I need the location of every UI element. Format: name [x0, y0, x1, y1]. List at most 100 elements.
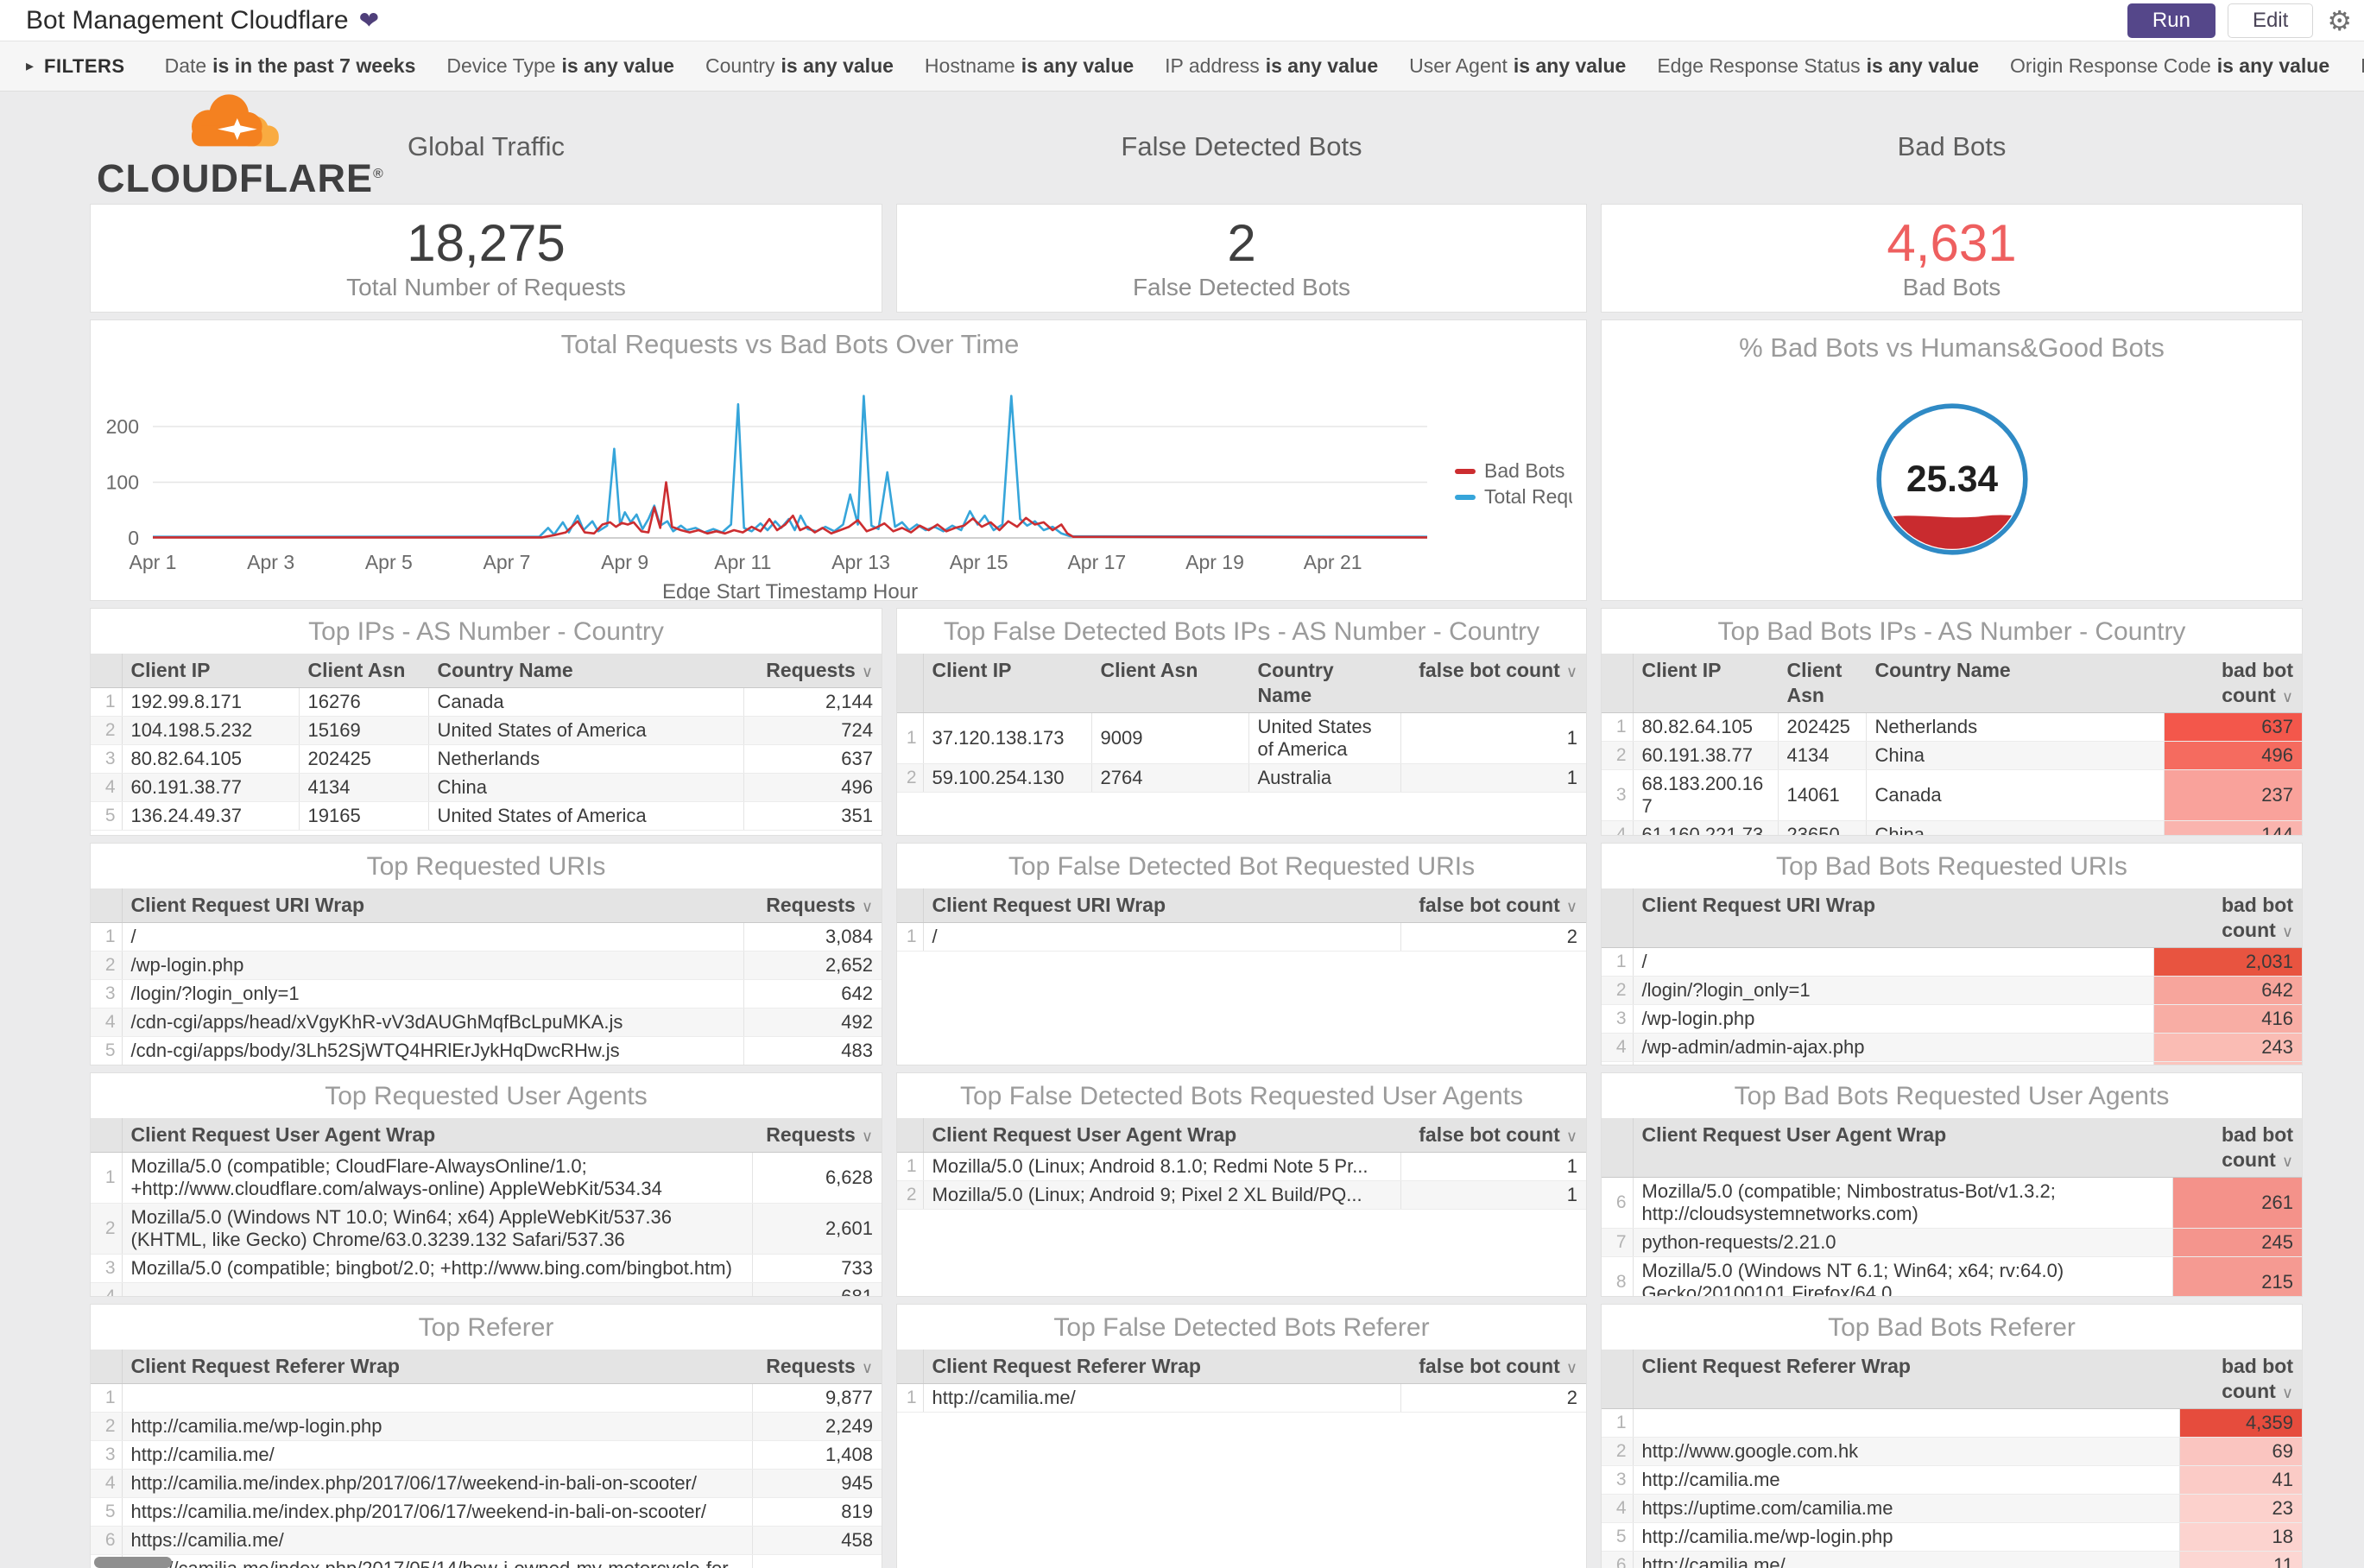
filter-item[interactable]: IP address is any value — [1165, 54, 1378, 77]
filter-item[interactable]: Request URIis any value — [2361, 54, 2364, 77]
row-number-header — [1602, 888, 1634, 948]
column-header[interactable]: Requests ∨ — [751, 1350, 882, 1384]
column-header[interactable]: Client Asn — [298, 654, 428, 688]
column-header[interactable]: false bot count ∨ — [1400, 1350, 1586, 1384]
legend-item[interactable]: Total Requests — [1455, 485, 1586, 508]
run-button[interactable]: Run — [2127, 3, 2215, 38]
column-header[interactable]: false bot count ∨ — [1400, 1118, 1586, 1153]
filter-item[interactable]: User Agent is any value — [1409, 54, 1626, 77]
column-header[interactable]: Client Request Referer Wrap — [922, 1350, 1400, 1384]
horizontal-scrollbar-thumb[interactable] — [94, 1557, 172, 1568]
data-table: Client Request URI Wrap Requests ∨ 1/3,084 2… — [91, 888, 882, 1065]
cell: 18 — [2178, 1522, 2302, 1552]
svg-text:Apr 3: Apr 3 — [247, 551, 294, 573]
table-row: 6 https://camilia.me/458 — [91, 1526, 882, 1555]
cell: Mozilla/5.0 (compatible; Nimbostratus-Bo… — [1632, 1177, 2172, 1229]
filters-expand-icon[interactable]: ▸ — [26, 57, 34, 75]
sort-desc-icon[interactable]: ∨ — [1566, 898, 1577, 915]
column-header[interactable]: Country Name — [1865, 654, 2164, 713]
column-header[interactable]: Country Name — [1248, 654, 1400, 713]
column-header[interactable]: Client Request Referer Wrap — [1632, 1350, 2179, 1409]
cell: China — [1865, 820, 2164, 835]
filter-item[interactable]: Device Type is any value — [446, 54, 674, 77]
cell: /wp-login.php — [121, 951, 743, 980]
column-header[interactable]: Client Request User Agent Wrap — [121, 1118, 752, 1153]
sort-desc-icon[interactable]: ∨ — [862, 663, 873, 680]
row-number: 1 — [897, 922, 924, 952]
filter-item[interactable]: Hostname is any value — [925, 54, 1134, 77]
column-header[interactable]: Requests ∨ — [743, 654, 882, 688]
cell: 642 — [2152, 976, 2302, 1005]
kpi-value: 18,275 — [407, 213, 566, 272]
svg-text:Edge Start Timestamp Hour: Edge Start Timestamp Hour — [662, 580, 918, 600]
cell: 2,652 — [743, 951, 882, 980]
row-number: 1 — [1602, 712, 1634, 742]
filter-item[interactable]: Edge Response Status is any value — [1657, 54, 1979, 77]
tables-row-referers: Top Referer Client Request Referer Wrap R… — [90, 1304, 2364, 1568]
column-header[interactable]: bad bot count ∨ — [2152, 888, 2302, 948]
sort-desc-icon[interactable]: ∨ — [1566, 1128, 1577, 1145]
table-row: 2 http://www.google.com.hk 69 — [1602, 1437, 2302, 1466]
table-title: Top Requested URIs — [366, 852, 606, 881]
page-title: Bot Management Cloudflare ❤ — [26, 6, 379, 35]
legend-item[interactable]: Bad Bots — [1455, 459, 1564, 482]
table-row: 2 http://camilia.me/wp-login.php 2,249 — [91, 1412, 882, 1441]
cell — [1632, 1408, 2179, 1438]
column-header[interactable]: false bot count ∨ — [1400, 654, 1586, 713]
column-header[interactable]: Client IP — [121, 654, 299, 688]
column-header[interactable]: Requests ∨ — [751, 1118, 882, 1153]
column-header[interactable]: Client Request URI Wrap — [922, 888, 1400, 923]
column-header[interactable]: Client Asn — [1090, 654, 1248, 713]
column-header[interactable]: Client IP — [922, 654, 1091, 713]
gauge-title: % Bad Bots vs Humans&Good Bots — [1739, 332, 2165, 363]
sort-desc-icon[interactable]: ∨ — [2282, 688, 2293, 705]
sort-desc-icon[interactable]: ∨ — [862, 1359, 873, 1376]
column-header[interactable]: Client Asn — [1777, 654, 1866, 713]
row-number: 4 — [1602, 1494, 1634, 1523]
svg-text:25.34: 25.34 — [1906, 458, 1998, 499]
column-header[interactable]: bad bot count ∨ — [2178, 1350, 2302, 1409]
table-row: 2 60.191.38.77 4134 China 496 — [1602, 741, 2302, 770]
column-header[interactable]: Client Request URI Wrap — [121, 888, 743, 923]
sort-desc-icon[interactable]: ∨ — [2282, 1153, 2293, 1170]
row-number: 5 — [1602, 1061, 1634, 1065]
kpi-total-requests: 18,275 Total Number of Requests — [90, 204, 882, 313]
cell: 496 — [743, 773, 882, 802]
row-number: 2 — [91, 951, 123, 980]
chart-row: Total Requests vs Bad Bots Over Time 0 100… — [90, 319, 2364, 601]
filter-item[interactable]: Country is any value — [705, 54, 894, 77]
filter-item[interactable]: Origin Response Code is any value — [2010, 54, 2329, 77]
cell: 245 — [2171, 1228, 2302, 1257]
cell: Mozilla/5.0 (Linux; Android 8.1.0; Redmi… — [922, 1152, 1400, 1181]
column-header[interactable]: Client Request Referer Wrap — [121, 1350, 752, 1384]
column-header[interactable]: Requests ∨ — [743, 888, 882, 923]
sort-desc-icon[interactable]: ∨ — [1566, 1359, 1577, 1376]
sort-desc-icon[interactable]: ∨ — [1566, 663, 1577, 680]
table-title: Top False Detected Bots IPs - AS Number … — [943, 617, 1540, 646]
row-number: 1 — [897, 712, 924, 764]
sort-desc-icon[interactable]: ∨ — [862, 1128, 873, 1145]
column-header[interactable]: Client Request User Agent Wrap — [922, 1118, 1400, 1153]
column-header[interactable]: bad bot count ∨ — [2163, 654, 2302, 713]
edit-button[interactable]: Edit — [2227, 3, 2314, 38]
table-title: Top Bad Bots Requested URIs — [1776, 852, 2127, 881]
gear-icon[interactable]: ⚙ — [2327, 7, 2352, 35]
cell: python-requests/2.21.0 — [1632, 1228, 2172, 1257]
table-row: 3/wp-login.php 416 — [1602, 1004, 2302, 1034]
column-header[interactable]: bad bot count ∨ — [2171, 1118, 2302, 1178]
sort-desc-icon[interactable]: ∨ — [2282, 1384, 2293, 1401]
cell: China — [427, 773, 743, 802]
row-number: 4 — [91, 1282, 123, 1296]
sort-desc-icon[interactable]: ∨ — [2282, 923, 2293, 940]
column-header[interactable]: Client Request User Agent Wrap — [1632, 1118, 2172, 1178]
sort-desc-icon[interactable]: ∨ — [862, 898, 873, 915]
filter-item[interactable]: Date is in the past 7 weeks — [165, 54, 416, 77]
column-header[interactable]: Client Request URI Wrap — [1632, 888, 2153, 948]
kpi-value: 4,631 — [1887, 213, 2017, 272]
column-header[interactable]: Country Name — [427, 654, 743, 688]
filters-list: Date is in the past 7 weeks Device Type is … — [165, 54, 2364, 78]
filters-label[interactable]: FILTERS — [44, 55, 125, 78]
table-row: 4 60.191.38.77 4134 China 496 — [91, 773, 882, 802]
column-header[interactable]: false bot count ∨ — [1400, 888, 1586, 923]
column-header[interactable]: Client IP — [1632, 654, 1778, 713]
